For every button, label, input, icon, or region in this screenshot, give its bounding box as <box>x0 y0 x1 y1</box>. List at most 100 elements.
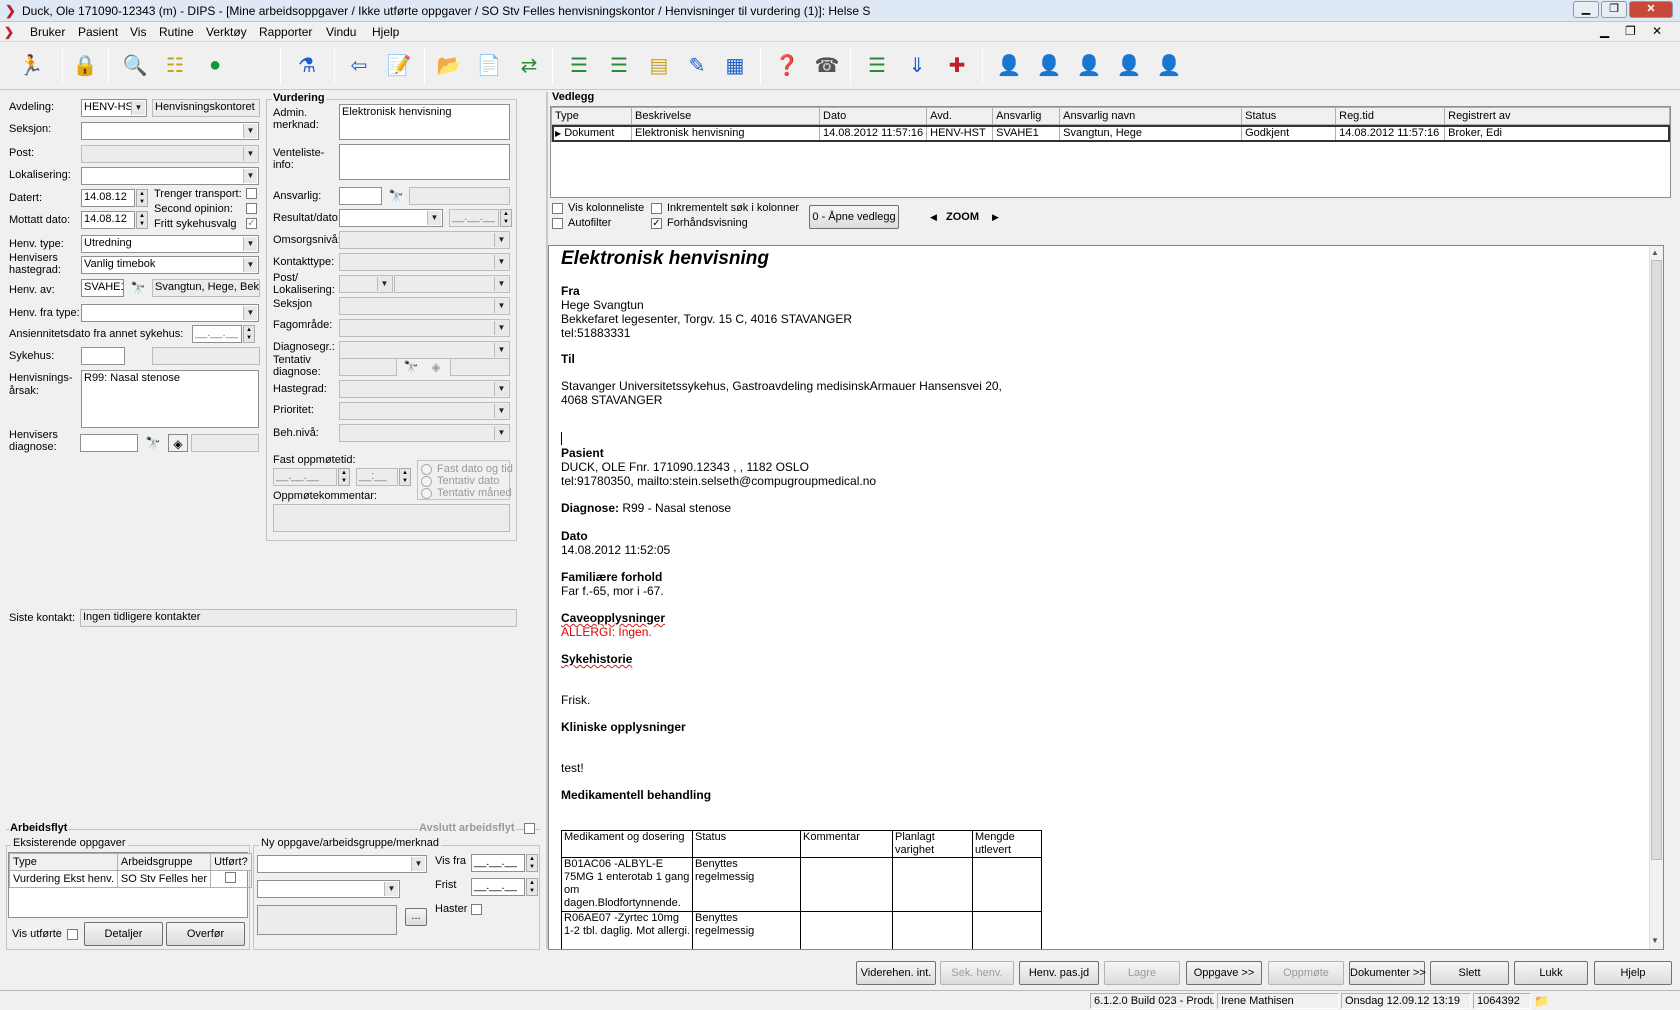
phone-icon[interactable]: ☎ <box>810 48 844 82</box>
col-ansvarlig[interactable]: Ansvarlig <box>992 107 1061 125</box>
col-regtid[interactable]: Reg.tid <box>1335 107 1446 125</box>
overfor-button[interactable]: Overfør <box>166 922 245 946</box>
menu-rapporter[interactable]: Rapporter <box>259 25 312 39</box>
menu-verktoy[interactable]: Verktøy <box>206 25 247 39</box>
henv-fra-type-select[interactable]: ▼ <box>81 304 259 322</box>
doctor-warn-icon[interactable]: 👤 <box>1152 48 1186 82</box>
col-status[interactable]: Status <box>1241 107 1337 125</box>
diagnose-eraser-icon[interactable]: ◈ <box>168 434 188 452</box>
doctor-doc-icon[interactable]: 👤 <box>1072 48 1106 82</box>
document-preview[interactable]: Elektronisk henvisning Fra Hege Svangtun… <box>548 245 1664 950</box>
list-plus-icon[interactable]: ✚ <box>940 48 974 82</box>
admin-textarea[interactable]: Elektronisk henvisning <box>339 104 510 140</box>
resultat-select[interactable]: ▼ <box>339 209 443 227</box>
trenger-transport-checkbox[interactable] <box>246 188 257 199</box>
viderehen-button[interactable]: Viderehen. int. <box>856 961 936 985</box>
apne-vedlegg-button[interactable]: 0 - Åpne vedlegg <box>809 205 899 229</box>
avslutt-checkbox[interactable] <box>524 823 535 834</box>
second-opinion-checkbox[interactable] <box>246 203 257 214</box>
menu-pasient[interactable]: Pasient <box>78 25 118 39</box>
haster-checkbox[interactable] <box>471 904 482 915</box>
dokumenter-button[interactable]: Dokumenter >> <box>1349 961 1426 985</box>
minimize-button[interactable]: ▁ <box>1573 1 1599 18</box>
scroll-down-icon[interactable]: ▼ <box>1651 936 1659 945</box>
table-row[interactable]: ▶ Dokument Elektronisk henvisning 14.08.… <box>551 124 1670 142</box>
ny-oppgave-select[interactable]: ▼ <box>257 855 427 873</box>
forhandsvisning-checkbox[interactable]: ✓ <box>651 218 662 229</box>
sykehus-field[interactable] <box>81 347 125 365</box>
merknad-field[interactable] <box>257 905 397 935</box>
col-registrert-av[interactable]: Registrert av <box>1444 107 1670 125</box>
ansiennitet-field[interactable]: __.__.__ <box>192 325 242 343</box>
frist-spinner[interactable]: ▲ ▼ <box>526 878 538 896</box>
hastegrad-select[interactable]: Vanlig timebok ▼ <box>81 256 259 274</box>
menu-bruker[interactable]: Bruker <box>30 25 65 39</box>
inkrementelt-checkbox[interactable] <box>651 203 662 214</box>
doctor-add-icon[interactable]: 👤 <box>1032 48 1066 82</box>
autofilter-checkbox[interactable] <box>552 218 563 229</box>
henv-type-select[interactable]: Utredning ▼ <box>81 235 259 253</box>
merknad-more-button[interactable]: ... <box>405 908 427 926</box>
mdi-minimize-button[interactable]: ▁ <box>1600 24 1609 38</box>
doctor-icon[interactable]: 👤 <box>992 48 1026 82</box>
note-icon[interactable]: 📝 <box>382 48 416 82</box>
mdi-close-button[interactable]: ✕ <box>1652 24 1662 38</box>
help-folder-icon[interactable]: ❓ <box>770 48 804 82</box>
ansiennitet-spinner[interactable]: ▲ ▼ <box>243 325 255 343</box>
seksjon-select[interactable]: ▼ <box>81 122 259 140</box>
exit-patient-icon[interactable]: 🏃 <box>14 48 48 82</box>
lukk-button[interactable]: Lukk <box>1514 961 1588 985</box>
hjelp-button[interactable]: Hjelp <box>1594 961 1672 985</box>
list-down-icon[interactable]: ⇓ <box>900 48 934 82</box>
table-row[interactable]: Vurdering Ekst henv. SO Stv Felles her <box>9 870 252 888</box>
folder-open-icon[interactable]: 📂 <box>432 48 466 82</box>
henv-av-code[interactable]: SVAHE1 <box>81 279 124 297</box>
transfer-icon[interactable]: ⇄ <box>512 48 546 82</box>
form-icon[interactable]: ▤ <box>642 48 676 82</box>
oppgave-button[interactable]: Oppgave >> <box>1186 961 1262 985</box>
col-utfort[interactable]: Utført? <box>210 853 252 871</box>
fritt-sykehusvalg-checkbox[interactable]: ✓ <box>246 218 257 229</box>
datert-field[interactable]: 14.08.12 <box>81 189 135 207</box>
alarm-icon[interactable]: ● <box>198 48 232 82</box>
menu-vindu[interactable]: Vindu <box>326 25 356 39</box>
lab-icon[interactable]: ⚗ <box>290 48 324 82</box>
col-arbeidsgruppe[interactable]: Arbeidsgruppe <box>116 853 212 871</box>
table-search-icon[interactable]: ▦ <box>718 48 752 82</box>
list-green-icon[interactable]: ☰ <box>860 48 894 82</box>
col-beskrivelse[interactable]: Beskrivelse <box>631 107 820 125</box>
document-icon[interactable]: 📄 <box>472 48 506 82</box>
mdi-restore-button[interactable]: ❐ <box>1625 24 1636 38</box>
avdeling-select[interactable]: HENV-HS ▼ <box>81 99 147 117</box>
diagnose-field[interactable] <box>80 434 138 452</box>
close-button[interactable]: ✕ <box>1629 1 1673 18</box>
list-edit-icon[interactable]: ☰ <box>602 48 636 82</box>
col-avd[interactable]: Avd. <box>926 107 994 125</box>
tree-icon[interactable]: ☷ <box>158 48 192 82</box>
scroll-up-icon[interactable]: ▲ <box>1651 248 1659 257</box>
detaljer-button[interactable]: Detaljer <box>84 922 163 946</box>
zoom-in-icon[interactable]: ▶ <box>992 212 999 223</box>
menu-rutine[interactable]: Rutine <box>159 25 194 39</box>
lokalisering-select[interactable]: ▼ <box>81 167 259 185</box>
import-icon[interactable]: ⇦ <box>342 48 376 82</box>
list-add-icon[interactable]: ☰ <box>562 48 596 82</box>
vis-fra-date[interactable]: __.__.__ <box>471 854 525 872</box>
frist-date[interactable]: __.__.__ <box>471 878 525 896</box>
slett-button[interactable]: Slett <box>1430 961 1509 985</box>
vis-kolonneliste-checkbox[interactable] <box>552 203 563 214</box>
arbeidsgruppe-select[interactable]: ▼ <box>257 880 400 898</box>
vis-fra-spinner[interactable]: ▲ ▼ <box>526 854 538 872</box>
venteliste-textarea[interactable] <box>339 144 510 180</box>
henv-av-search-icon[interactable]: 🔭 <box>128 279 148 297</box>
ansvarlig-field[interactable] <box>339 187 382 205</box>
menu-hjelp[interactable]: Hjelp <box>372 25 399 39</box>
arsak-textarea[interactable]: R99: Nasal stenose <box>81 370 259 428</box>
zoom-out-icon[interactable]: ◀ <box>930 212 937 223</box>
mottatt-spinner[interactable]: ▲ ▼ <box>136 211 148 229</box>
scroll-thumb[interactable] <box>1651 260 1662 860</box>
patient-search-icon[interactable]: 🔍 <box>118 48 152 82</box>
henv-pas-button[interactable]: Henv. pas.jd <box>1019 961 1099 985</box>
mottatt-field[interactable]: 14.08.12 <box>81 211 135 229</box>
doctor-edit-icon[interactable]: 👤 <box>1112 48 1146 82</box>
